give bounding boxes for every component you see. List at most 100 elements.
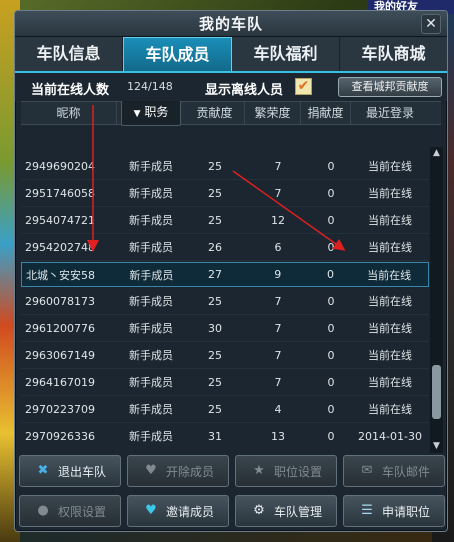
member-prosperity: 6 xyxy=(274,240,282,254)
member-prosperity: 12 xyxy=(271,213,285,227)
column-header-prosperity[interactable]: 繁荣度 xyxy=(245,102,301,124)
member-prosperity: 9 xyxy=(274,268,282,281)
table-row[interactable]: 2949690204 新手成员 25 7 0 当前在线 xyxy=(21,153,429,180)
member-list-scrollbar[interactable]: ▲ ▼ xyxy=(430,147,443,453)
table-row[interactable]: 2961200776 新手成员 30 7 0 当前在线 xyxy=(21,315,429,342)
member-role: 新手成员 xyxy=(129,349,173,362)
member-contribution: 25 xyxy=(208,159,222,173)
member-prosperity: 7 xyxy=(274,186,282,200)
action-button-panel: ✖ 退出车队 ♥ 开除成员 ★ 职位设置 ✉ 车队邮件 ● 权限设置 ♥ 邀请成员 ⚙ 车队管理 ☰ 申请职位 xyxy=(19,455,445,529)
member-donation: 0 xyxy=(327,321,335,335)
table-row[interactable]: 2963067149 新手成员 25 7 0 当前在线 xyxy=(21,342,429,369)
tab-team-members[interactable]: 车队成员 xyxy=(123,37,232,71)
member-last-login: 当前在线 xyxy=(368,376,412,389)
close-icon: ✕ xyxy=(425,16,437,32)
team-mail-label: 车队邮件 xyxy=(381,464,430,479)
check-icon: ✔ xyxy=(297,78,310,94)
table-row[interactable]: 2960078173 新手成员 25 7 0 当前在线 xyxy=(21,288,429,315)
member-prosperity: 13 xyxy=(271,429,285,443)
permission-settings-label: 权限设置 xyxy=(57,504,106,519)
column-header-nickname[interactable]: 昵称 xyxy=(21,102,117,124)
hearts-icon: ♥ xyxy=(145,503,157,518)
member-last-login: 当前在线 xyxy=(368,295,412,308)
member-donation: 0 xyxy=(327,348,335,362)
member-role: 新手成员 xyxy=(129,376,173,389)
member-last-login: 当前在线 xyxy=(368,187,412,200)
member-role: 新手成员 xyxy=(129,214,173,227)
close-button[interactable]: ✕ xyxy=(421,14,441,34)
online-count-value: 124/148 xyxy=(127,80,173,93)
member-role: 新手成员 xyxy=(129,241,173,254)
member-nickname: 2970223709 xyxy=(25,402,95,416)
member-prosperity: 7 xyxy=(274,348,282,362)
table-row[interactable]: 北城丶安安58 新手成员 27 9 0 当前在线 xyxy=(21,262,429,287)
team-management-button[interactable]: ⚙ 车队管理 xyxy=(235,495,337,527)
show-offline-label: 显示离线人员 xyxy=(205,83,284,98)
member-list: 2949690204 新手成员 25 7 0 当前在线 2951746058 新手成员 25 7 0… xyxy=(21,153,429,449)
permission-settings-button[interactable]: ● 权限设置 xyxy=(19,495,121,527)
table-row[interactable]: 2954202748 新手成员 26 6 0 当前在线 xyxy=(21,234,429,261)
member-role: 新手成员 xyxy=(129,187,173,200)
member-contribution: 25 xyxy=(208,186,222,200)
role-settings-button[interactable]: ★ 职位设置 xyxy=(235,455,337,487)
wrench-icon: ⚙ xyxy=(253,503,265,518)
member-donation: 0 xyxy=(327,429,335,443)
member-nickname: 2960078173 xyxy=(25,294,95,308)
member-nickname: 2963067149 xyxy=(25,348,95,362)
member-contribution: 31 xyxy=(208,429,222,443)
member-prosperity: 7 xyxy=(274,294,282,308)
quit-team-label: 退出车队 xyxy=(57,464,106,479)
member-contribution: 25 xyxy=(208,375,222,389)
table-row[interactable]: 2964167019 新手成员 25 7 0 当前在线 xyxy=(21,369,429,396)
member-nickname: 2961200776 xyxy=(25,321,95,335)
document-icon: ☰ xyxy=(361,503,373,518)
tab-team-shop[interactable]: 车队商城 xyxy=(340,37,447,71)
member-nickname: 2970926336 xyxy=(25,429,95,443)
member-nickname: 2954202748 xyxy=(25,240,95,254)
tab-team-benefits[interactable]: 车队福利 xyxy=(232,37,340,71)
title-bar[interactable]: 我的车队 ✕ xyxy=(15,11,447,37)
team-window: 我的车队 ✕ 车队信息 车队成员 车队福利 车队商城 当前在线人数 124/14… xyxy=(14,10,448,532)
apply-role-label: 申请职位 xyxy=(381,504,430,519)
member-prosperity: 4 xyxy=(274,402,282,416)
member-last-login: 2014-01-30 xyxy=(358,429,422,443)
scroll-down-icon[interactable]: ▼ xyxy=(430,440,443,453)
member-role: 新手成员 xyxy=(129,322,173,335)
member-contribution: 25 xyxy=(208,294,222,308)
table-row[interactable]: 2954074721 新手成员 25 12 0 当前在线 xyxy=(21,207,429,234)
member-donation: 0 xyxy=(327,402,335,416)
quit-team-button[interactable]: ✖ 退出车队 xyxy=(19,455,121,487)
member-table-header: 昵称 ▼ 职务 贡献度 繁荣度 捐献度 最近登录 xyxy=(21,100,441,126)
column-header-contribution[interactable]: 贡献度 xyxy=(185,102,245,124)
invite-member-label: 邀请成员 xyxy=(165,504,214,519)
tab-bar: 车队信息 车队成员 车队福利 车队商城 xyxy=(15,37,447,73)
apply-role-button[interactable]: ☰ 申请职位 xyxy=(343,495,445,527)
view-city-contribution-button[interactable]: 查看城邦贡献度 xyxy=(338,77,442,97)
member-last-login: 当前在线 xyxy=(368,160,412,173)
member-contribution: 25 xyxy=(208,213,222,227)
table-row[interactable]: 2951746058 新手成员 25 7 0 当前在线 xyxy=(21,180,429,207)
scroll-up-icon[interactable]: ▲ xyxy=(430,147,443,160)
member-donation: 0 xyxy=(326,268,334,281)
column-header-role[interactable]: ▼ 职务 xyxy=(121,100,181,126)
star-icon: ★ xyxy=(253,463,265,478)
column-header-last-login[interactable]: 最近登录 xyxy=(351,102,429,124)
tab-team-info[interactable]: 车队信息 xyxy=(15,37,123,71)
table-row[interactable]: 2970223709 新手成员 25 4 0 当前在线 xyxy=(21,396,429,423)
member-prosperity: 7 xyxy=(274,159,282,173)
member-donation: 0 xyxy=(327,240,335,254)
column-header-donation[interactable]: 捐献度 xyxy=(301,102,351,124)
scroll-thumb[interactable] xyxy=(432,365,441,419)
team-mail-button[interactable]: ✉ 车队邮件 xyxy=(343,455,445,487)
member-contribution: 26 xyxy=(208,240,222,254)
show-offline-checkbox[interactable]: ✔ xyxy=(295,78,312,95)
table-row[interactable]: 2970926336 新手成员 31 13 0 2014-01-30 xyxy=(21,423,429,449)
kick-member-button[interactable]: ♥ 开除成员 xyxy=(127,455,229,487)
member-nickname: 2964167019 xyxy=(25,375,95,389)
window-title: 我的车队 xyxy=(198,15,263,33)
invite-member-button[interactable]: ♥ 邀请成员 xyxy=(127,495,229,527)
member-donation: 0 xyxy=(327,159,335,173)
team-management-label: 车队管理 xyxy=(273,504,322,519)
member-prosperity: 7 xyxy=(274,375,282,389)
member-contribution: 25 xyxy=(208,348,222,362)
